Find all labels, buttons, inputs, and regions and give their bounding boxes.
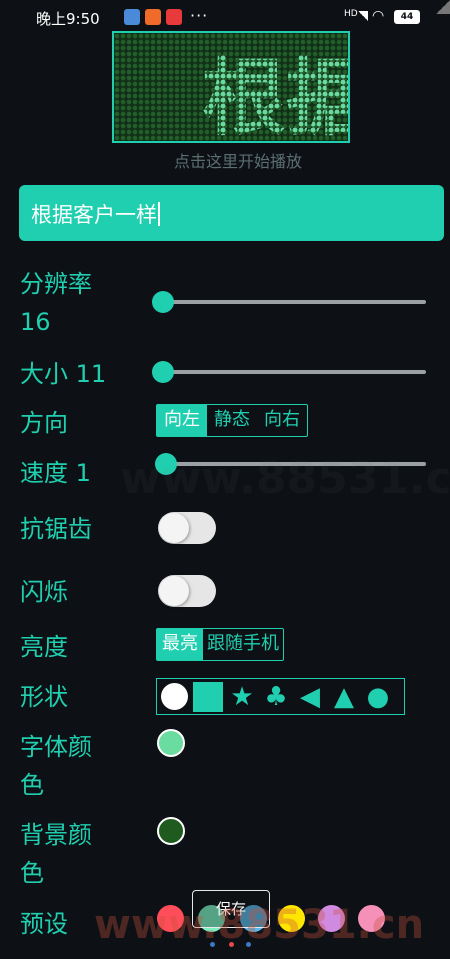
font-color-label-2: 色 <box>20 771 44 799</box>
direction-selector: 向左 静态 向右 <box>156 404 308 437</box>
cell-signal-icon <box>358 11 368 21</box>
play-hint[interactable]: 点击这里开始播放 <box>0 148 450 172</box>
speed-label: 速度 1 <box>20 459 91 487</box>
bird-icon[interactable]: ● <box>363 682 393 712</box>
size-slider-thumb[interactable] <box>152 361 174 383</box>
blink-label: 闪烁 <box>20 578 68 606</box>
fish-icon[interactable]: ◀ <box>295 682 325 712</box>
watermark: www.88531.cn <box>120 453 450 504</box>
brightness-selector: 最亮 跟随手机 <box>156 628 284 661</box>
blink-toggle[interactable] <box>158 575 216 607</box>
brightness-option-follow[interactable]: 跟随手机 <box>203 629 283 660</box>
brightness-label: 亮度 <box>20 633 68 661</box>
star-icon[interactable]: ★ <box>227 682 257 712</box>
square-icon[interactable] <box>193 681 223 712</box>
size-slider[interactable] <box>160 370 426 374</box>
toggle-knob <box>159 513 189 543</box>
tree-icon[interactable]: ▲ <box>329 682 359 712</box>
wifi-icon: ◠ <box>372 8 385 24</box>
font-color-label: 字体颜 <box>20 733 92 761</box>
direction-option-static[interactable]: 静态 <box>207 405 257 436</box>
led-text: 根据 <box>202 49 348 143</box>
signal-icon: HD <box>344 9 358 19</box>
battery-icon: 44 <box>394 10 420 24</box>
led-text-value: 根据客户一样 <box>31 203 157 227</box>
watermark: www.88531.cn <box>94 902 425 948</box>
resolution-slider[interactable] <box>160 300 426 304</box>
status-time: 晚上9:50 <box>36 10 100 28</box>
size-label: 大小 11 <box>20 360 107 388</box>
direction-label: 方向 <box>20 409 68 437</box>
resolution-value: 16 <box>20 308 51 336</box>
direction-option-right[interactable]: 向右 <box>257 405 307 436</box>
brightness-option-max[interactable]: 最亮 <box>157 629 203 660</box>
status-bar: 晚上9:50 ··· HD ◠ 44 <box>0 0 450 34</box>
font-color-swatch[interactable] <box>157 729 185 757</box>
text-cursor <box>158 202 160 226</box>
antialias-label: 抗锯齿 <box>20 515 92 543</box>
antialias-toggle[interactable] <box>158 512 216 544</box>
app-notification-icon <box>145 9 161 25</box>
shape-label: 形状 <box>20 683 68 711</box>
shape-selector: ★ ♣ ◀ ▲ ● <box>156 678 405 715</box>
resolution-slider-thumb[interactable] <box>152 291 174 313</box>
bg-color-label-2: 色 <box>20 859 44 887</box>
app-notification-icon <box>166 9 182 25</box>
circle-icon[interactable] <box>159 682 189 712</box>
bg-color-label: 背景颜 <box>20 821 92 849</box>
more-notifications-icon: ··· <box>190 6 209 25</box>
app-notification-icon <box>124 9 140 25</box>
led-text-input[interactable]: 根据客户一样 <box>19 185 444 241</box>
clover-icon[interactable]: ♣ <box>261 682 291 712</box>
resolution-label: 分辨率 <box>20 270 92 298</box>
toggle-knob <box>159 576 189 606</box>
corner-indicator-icon <box>436 0 450 14</box>
led-preview[interactable]: 根据 <box>112 31 350 143</box>
direction-option-left[interactable]: 向左 <box>157 405 207 436</box>
presets-label: 预设 <box>20 910 68 938</box>
bg-color-swatch[interactable] <box>157 817 185 845</box>
